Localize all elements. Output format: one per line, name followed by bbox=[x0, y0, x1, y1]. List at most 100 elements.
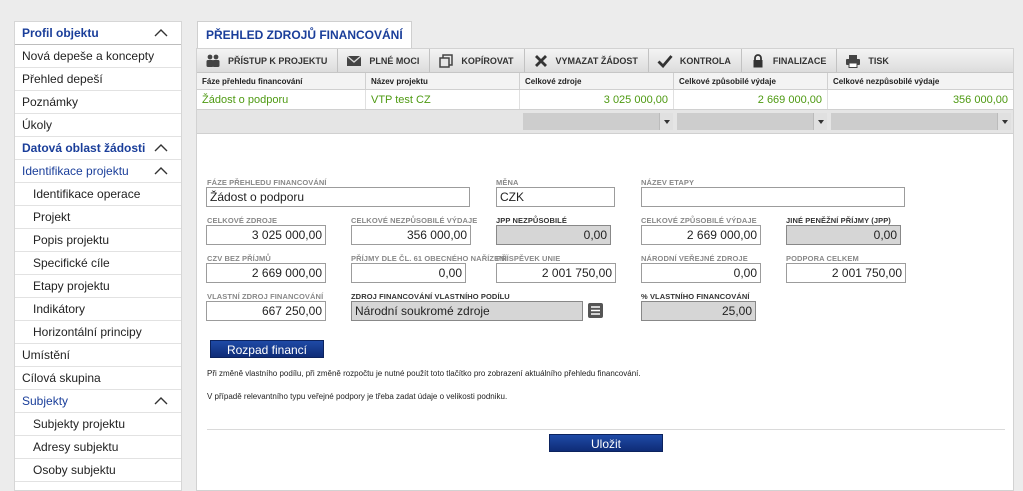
sidebar-item-label: Úkoly bbox=[22, 118, 53, 132]
sidebar-item-label: Specifické cíle bbox=[33, 256, 110, 270]
table-cell: 3 025 000,00 bbox=[520, 90, 674, 109]
sidebar-item-label: Osoby subjektu bbox=[33, 463, 116, 477]
print-button[interactable]: TISK bbox=[837, 49, 899, 72]
chevron-up-icon bbox=[154, 167, 168, 175]
sidebar-item-etapy-projektu[interactable]: Etapy projektu bbox=[15, 275, 181, 298]
sidebar-item-cilova-skupina[interactable]: Cílová skupina bbox=[15, 367, 181, 390]
sidebar-item-identifikace-operace[interactable]: Identifikace operace bbox=[15, 183, 181, 206]
chevron-down-icon bbox=[813, 113, 827, 130]
toolbar: PŘÍSTUP K PROJEKTU PLNÉ MOCI KOPÍROVAT V… bbox=[197, 49, 1013, 73]
delete-request-button[interactable]: VYMAZAT ŽÁDOST bbox=[525, 49, 649, 72]
chevron-down-icon bbox=[997, 113, 1011, 130]
mena-label: MĚNA bbox=[496, 178, 519, 187]
sidebar-item-umisteni[interactable]: Umístění bbox=[15, 344, 181, 367]
sidebar-item-identifikace-projektu[interactable]: Identifikace projektu bbox=[15, 160, 181, 183]
filter-dropdown[interactable] bbox=[831, 113, 1011, 130]
close-icon bbox=[534, 54, 547, 67]
sidebar-item-profil-objektu[interactable]: Profil objektu bbox=[15, 22, 181, 45]
column-header[interactable]: Název projektu bbox=[366, 73, 520, 89]
narodni-label: NÁRODNÍ VEŘEJNÉ ZDROJE bbox=[641, 254, 748, 263]
sidebar-item-label: Umístění bbox=[22, 348, 71, 362]
sidebar-item-prehled-depesi[interactable]: Přehled depeší bbox=[15, 68, 181, 91]
column-header[interactable]: Celkové zdroje bbox=[520, 73, 674, 89]
procento-field: 25,00 bbox=[641, 301, 756, 321]
prispevek-field[interactable]: 2 001 750,00 bbox=[496, 263, 616, 283]
note-text: Při změně vlastního podílu, při změně ro… bbox=[207, 369, 641, 378]
list-icon[interactable] bbox=[588, 303, 603, 318]
vlastni-field[interactable]: 667 250,00 bbox=[206, 301, 326, 321]
sidebar-item-label: Popis projektu bbox=[33, 233, 110, 247]
procento-label: % VLASTNÍHO FINANCOVÁNÍ bbox=[641, 292, 750, 301]
column-header[interactable]: Celkové způsobilé výdaje bbox=[674, 73, 828, 89]
sidebar-item-datova-oblast[interactable]: Datová oblast žádosti bbox=[15, 137, 181, 160]
sidebar-item-ukoly[interactable]: Úkoly bbox=[15, 114, 181, 137]
chevron-down-icon bbox=[659, 113, 673, 130]
delete-request-label: VYMAZAT ŽÁDOST bbox=[555, 55, 638, 66]
mena-field[interactable]: CZK bbox=[496, 187, 615, 207]
zpusobile-field[interactable]: 2 669 000,00 bbox=[641, 225, 761, 245]
sidebar-item-projekt[interactable]: Projekt bbox=[15, 206, 181, 229]
podpora-field[interactable]: 2 001 750,00 bbox=[786, 263, 906, 283]
chevron-up-icon bbox=[154, 29, 168, 37]
sidebar-item-subjekty[interactable]: Subjekty bbox=[15, 390, 181, 413]
lock-icon bbox=[753, 53, 763, 67]
filter-dropdown[interactable] bbox=[523, 113, 673, 130]
sidebar-item-label: Cílová skupina bbox=[22, 371, 101, 385]
column-header[interactable]: Celkové nezpůsobilé výdaje bbox=[828, 73, 1013, 89]
faze-field[interactable]: Žádost o podporu bbox=[206, 187, 470, 207]
sidebar-item-label: Identifikace projektu bbox=[22, 164, 129, 178]
sidebar: Profil objektu Nová depeše a koncepty Př… bbox=[14, 21, 182, 491]
sidebar-item-indikatory[interactable]: Indikátory bbox=[15, 298, 181, 321]
podpora-label: PODPORA CELKEM bbox=[786, 254, 859, 263]
narodni-field[interactable]: 0,00 bbox=[641, 263, 761, 283]
table-cell: VTP test CZ bbox=[366, 90, 520, 109]
rozpad-financi-button[interactable]: Rozpad financí bbox=[210, 340, 324, 358]
sidebar-item-subjekty-projektu[interactable]: Subjekty projektu bbox=[15, 413, 181, 436]
check-label: KONTROLA bbox=[679, 55, 731, 66]
vlastni-label: VLASTNÍ ZDROJ FINANCOVÁNÍ bbox=[207, 292, 324, 301]
filter-dropdown[interactable] bbox=[677, 113, 827, 130]
grid-header: Fáze přehledu financování Název projektu… bbox=[197, 73, 1013, 90]
table-row[interactable]: Žádost o podporu VTP test CZ 3 025 000,0… bbox=[197, 90, 1013, 110]
sidebar-item-osoby-subjektu[interactable]: Osoby subjektu bbox=[15, 459, 181, 482]
filter-row bbox=[197, 110, 1013, 134]
tab-prehled-zdroju[interactable]: PŘEHLED ZDROJŮ FINANCOVÁNÍ bbox=[197, 21, 412, 48]
sidebar-item-adresy-subjektu[interactable]: Adresy subjektu bbox=[15, 436, 181, 459]
czv-label: CZV BEZ PŘÍJMŮ bbox=[207, 254, 271, 263]
sidebar-item-horizontalni-principy[interactable]: Horizontální principy bbox=[15, 321, 181, 344]
power-of-attorney-label: PLNÉ MOCI bbox=[369, 55, 420, 66]
jpp-nezpusobile-label: JPP NEZPŮSOBILÉ bbox=[496, 216, 567, 225]
etapa-field[interactable] bbox=[641, 187, 905, 207]
copy-label: KOPÍROVAT bbox=[461, 55, 514, 66]
czv-field[interactable]: 2 669 000,00 bbox=[206, 263, 326, 283]
check-button[interactable]: KONTROLA bbox=[649, 49, 742, 72]
sidebar-item-label: Horizontální principy bbox=[33, 325, 142, 339]
celkove-zdroje-field[interactable]: 3 025 000,00 bbox=[206, 225, 326, 245]
access-button[interactable]: PŘÍSTUP K PROJEKTU bbox=[197, 49, 339, 72]
sidebar-item-label: Poznámky bbox=[22, 95, 79, 109]
prijmy61-field[interactable]: 0,00 bbox=[351, 263, 466, 283]
power-of-attorney-button[interactable]: PLNÉ MOCI bbox=[338, 49, 431, 72]
sidebar-item-label: Profil objektu bbox=[22, 26, 99, 40]
table-cell: 356 000,00 bbox=[952, 94, 1008, 106]
nezpusobile-field[interactable]: 356 000,00 bbox=[351, 225, 471, 245]
etapa-label: NÁZEV ETAPY bbox=[641, 178, 695, 187]
zdroj-field[interactable]: Národní soukromé zdroje bbox=[351, 301, 583, 321]
finalize-label: FINALIZACE bbox=[772, 55, 827, 66]
sidebar-item-poznamky[interactable]: Poznámky bbox=[15, 91, 181, 114]
column-header[interactable]: Fáze přehledu financování bbox=[197, 73, 366, 89]
prijmy61-label: PŘÍJMY DLE ČL. 61 OBECNÉHO NAŘÍZENÍ bbox=[351, 254, 507, 263]
note-text: V případě relevantního typu veřejné podp… bbox=[207, 392, 508, 401]
sidebar-item-popis-projektu[interactable]: Popis projektu bbox=[15, 229, 181, 252]
table-cell: 2 669 000,00 bbox=[674, 90, 828, 109]
zpusobile-label: CELKOVÉ ZPŮSOBILÉ VÝDAJE bbox=[641, 216, 757, 225]
save-button[interactable]: Uložit bbox=[549, 434, 663, 452]
finalize-button[interactable]: FINALIZACE bbox=[742, 49, 838, 72]
sidebar-item-label: Identifikace operace bbox=[33, 187, 141, 201]
sidebar-item-nova-depese[interactable]: Nová depeše a koncepty bbox=[15, 45, 181, 68]
prispevek-label: PŘÍSPĚVEK UNIE bbox=[496, 254, 561, 263]
celkove-zdroje-label: CELKOVÉ ZDROJE bbox=[207, 216, 278, 225]
sidebar-item-specificke-cile[interactable]: Specifické cíle bbox=[15, 252, 181, 275]
copy-button[interactable]: KOPÍROVAT bbox=[430, 49, 525, 72]
envelope-icon bbox=[346, 55, 362, 66]
